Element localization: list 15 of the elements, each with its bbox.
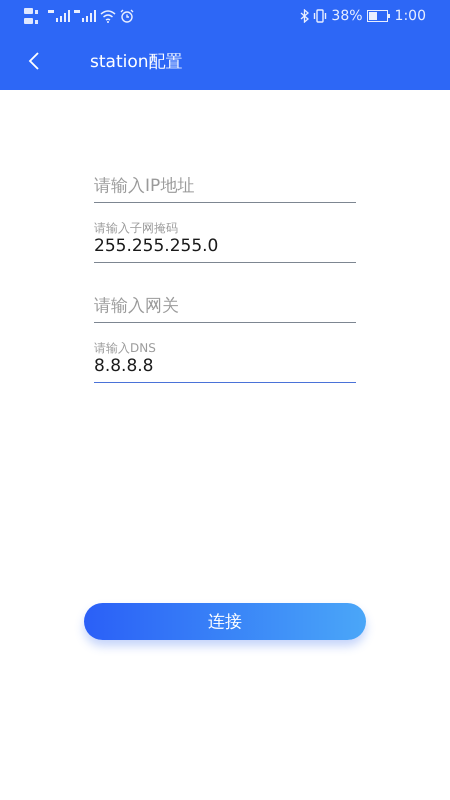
clock-time: 1:00 xyxy=(394,8,426,24)
signal-icon xyxy=(48,10,70,22)
alarm-icon xyxy=(120,9,134,23)
battery-percent: 38% xyxy=(331,8,363,24)
signal-icon xyxy=(74,10,96,22)
bluetooth-icon xyxy=(300,9,310,23)
input-field[interactable]: 请输入IP地址 xyxy=(94,143,356,203)
input-field[interactable]: 请输入DNS 8.8.8.8 xyxy=(94,323,356,383)
battery-icon xyxy=(366,10,391,22)
wifi-icon xyxy=(100,10,116,22)
vibrate-icon xyxy=(313,9,328,23)
input-field[interactable]: 请输入网关 xyxy=(94,263,356,323)
connect-button[interactable]: 连接 xyxy=(84,603,366,640)
input-field[interactable]: 请输入子网掩码 255.255.255.0 xyxy=(94,203,356,263)
page-title: station配置 xyxy=(90,50,183,72)
